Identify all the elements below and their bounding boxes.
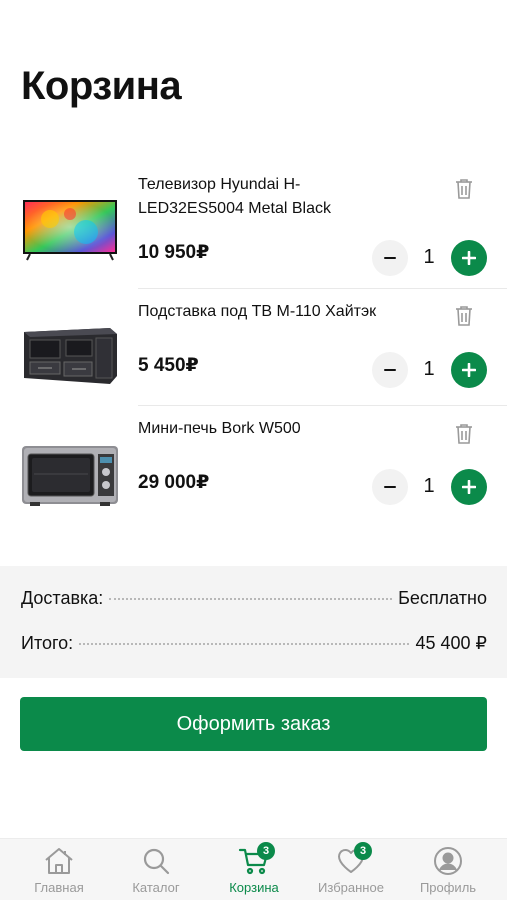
bottom-tab-bar: Главная Каталог 3 Корзина 3 Избранное Пр… (0, 838, 507, 900)
tab-profile[interactable]: Профиль (398, 839, 498, 900)
tab-cart[interactable]: 3 Корзина (204, 839, 304, 900)
decrease-quantity-button[interactable] (372, 352, 408, 388)
plus-icon (462, 251, 476, 265)
quantity-value: 1 (423, 246, 435, 268)
tab-label: Корзина (229, 880, 279, 895)
item-price: 5 450₽ (138, 355, 199, 376)
delivery-row: Доставка: Бесплатно (21, 588, 487, 609)
increase-quantity-button[interactable] (451, 469, 487, 505)
item-name[interactable]: Мини-печь Bork W500 (138, 417, 378, 441)
item-price: 10 950₽ (138, 242, 210, 263)
tv-product-image[interactable] (20, 194, 120, 264)
trash-icon[interactable] (454, 423, 474, 445)
dotted-leader (109, 598, 393, 600)
minus-icon (384, 368, 396, 372)
tab-label: Избранное (318, 880, 384, 895)
tab-label: Главная (34, 880, 84, 895)
favorites-badge: 3 (354, 842, 372, 860)
tab-catalog[interactable]: Каталог (106, 839, 206, 900)
delivery-label: Доставка: (21, 588, 104, 608)
checkout-button[interactable]: Оформить заказ (20, 697, 487, 751)
heart-icon: 3 (334, 842, 372, 877)
increase-quantity-button[interactable] (451, 240, 487, 276)
quantity-value: 1 (423, 475, 435, 497)
item-name[interactable]: Телевизор Hyundai H-LED32ES5004 Metal Bl… (138, 173, 378, 221)
home-icon (42, 845, 76, 877)
plus-icon (462, 480, 476, 494)
tv-stand-product-image[interactable] (20, 318, 120, 388)
trash-icon[interactable] (454, 178, 474, 200)
minus-icon (384, 485, 396, 489)
cart-icon: 3 (237, 842, 275, 877)
minus-icon (384, 256, 396, 260)
item-name[interactable]: Подставка под ТВ М-110 Хайтэк (138, 300, 378, 324)
total-label: Итого: (21, 633, 74, 653)
tab-home[interactable]: Главная (9, 839, 109, 900)
delivery-value: Бесплатно (398, 588, 487, 608)
divider (138, 288, 507, 289)
order-summary: Доставка: Бесплатно Итого: 45 400 ₽ (0, 566, 507, 678)
cart-badge: 3 (257, 842, 275, 860)
tab-label: Профиль (419, 880, 477, 895)
profile-icon (431, 845, 465, 877)
tab-label: Каталог (132, 880, 180, 895)
plus-icon (462, 363, 476, 377)
item-price: 29 000₽ (138, 472, 210, 493)
mini-oven-product-image[interactable] (20, 440, 120, 510)
search-icon (139, 845, 173, 877)
total-value: 45 400 ₽ (415, 633, 487, 653)
increase-quantity-button[interactable] (451, 352, 487, 388)
dotted-leader (79, 643, 410, 645)
quantity-value: 1 (423, 358, 435, 380)
decrease-quantity-button[interactable] (372, 240, 408, 276)
total-row: Итого: 45 400 ₽ (21, 633, 487, 654)
divider (138, 405, 507, 406)
decrease-quantity-button[interactable] (372, 469, 408, 505)
trash-icon[interactable] (454, 305, 474, 327)
page-title: Корзина (21, 64, 182, 108)
tab-favorites[interactable]: 3 Избранное (301, 839, 401, 900)
